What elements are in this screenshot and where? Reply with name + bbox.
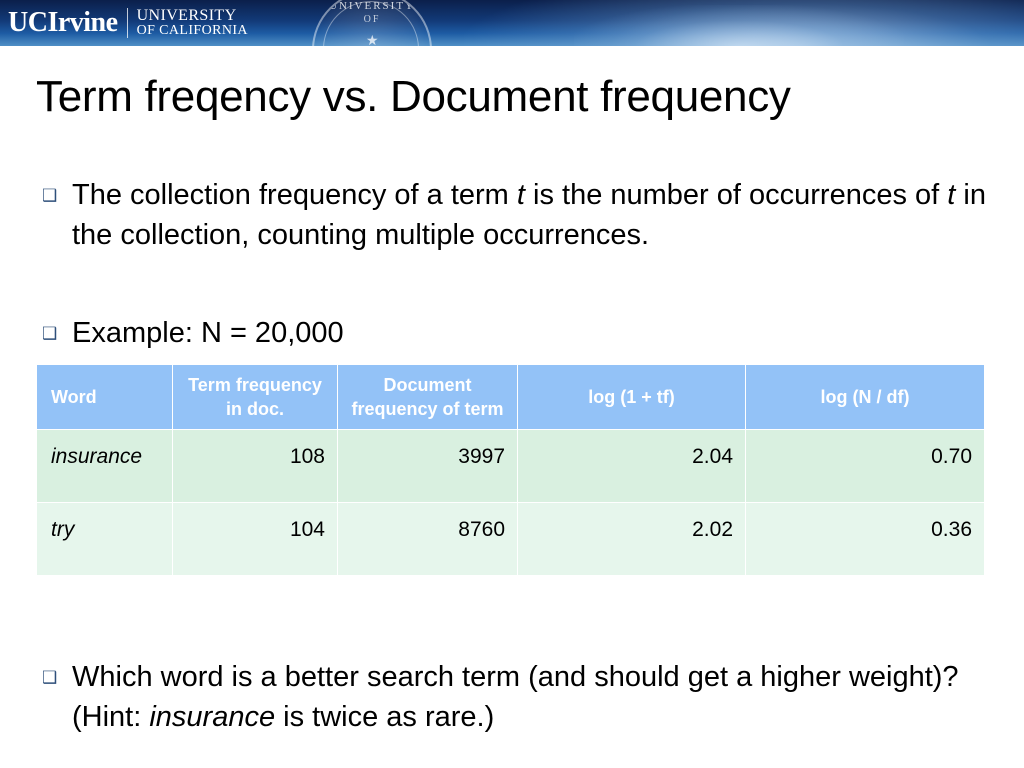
uci-wordmark-irvine: Irvine <box>47 7 118 38</box>
seal-text-bottom: OF <box>363 14 381 25</box>
cell-word: insurance <box>36 429 173 503</box>
bullet-1-italic-1: t <box>516 179 525 211</box>
cell-log-ndf: 0.36 <box>745 502 985 576</box>
logo-divider <box>126 8 128 38</box>
bullet-item-3: ❑ Which word is a better search term (an… <box>42 657 1022 737</box>
cloud-decoration-b <box>574 5 904 46</box>
cell-document-frequency: 3997 <box>337 429 518 503</box>
bullet-3-seg-2: is twice as rare.) <box>275 701 495 733</box>
bullet-3-italic-1: insurance <box>149 701 276 733</box>
cell-log-tf: 2.04 <box>517 429 746 503</box>
page-title: Term freqency vs. Document frequency <box>36 72 791 121</box>
seal-star-icon: ★ <box>366 32 379 46</box>
uci-logo: UCIrvine UNIVERSITY OF CALIFORNIA <box>8 6 248 40</box>
table-header-log-n-over-df: log (N / df) <box>745 364 985 430</box>
cell-word: try <box>36 502 173 576</box>
cell-document-frequency: 8760 <box>337 502 518 576</box>
bullet-text-3: Which word is a better search term (and … <box>72 657 1022 737</box>
bullet-1-seg-1: The collection frequency of a term <box>72 179 517 211</box>
wordmark-line-2: OF CALIFORNIA <box>136 23 248 38</box>
bullet-text-1: The collection frequency of a term t is … <box>72 175 992 255</box>
uci-wordmark-uc: UC <box>8 7 48 38</box>
frequency-table: Word Term frequency in doc. Document fre… <box>36 364 985 576</box>
cell-log-ndf: 0.70 <box>745 429 985 503</box>
uc-seal-icon: UNIVERSITY OF ★ <box>312 0 432 46</box>
cell-log-tf: 2.02 <box>517 502 746 576</box>
table-row: insurance 108 3997 2.04 0.70 <box>36 429 985 503</box>
table-header-row: Word Term frequency in doc. Document fre… <box>36 364 985 430</box>
seal-text-top: UNIVERSITY <box>329 0 415 12</box>
table-header-word: Word <box>36 364 173 430</box>
bullet-marker-icon: ❑ <box>42 186 58 205</box>
table-header-term-frequency: Term frequency in doc. <box>172 364 338 430</box>
bullet-marker-icon: ❑ <box>42 324 58 343</box>
bullet-marker-icon: ❑ <box>42 668 58 687</box>
cell-term-frequency: 104 <box>172 502 338 576</box>
bullet-item-2: ❑ Example: N = 20,000 <box>42 313 992 354</box>
table-header-log-1-plus-tf: log (1 + tf) <box>517 364 746 430</box>
slide: UNIVERSITY OF ★ UCIrvine UNIVERSITY OF C… <box>0 0 1024 768</box>
uci-wordmark: UCIrvine <box>8 8 118 38</box>
table-row: try 104 8760 2.02 0.36 <box>36 502 985 576</box>
university-of-california-wordmark: UNIVERSITY OF CALIFORNIA <box>136 7 248 39</box>
bullet-1-seg-2: is the number of occurrences of <box>524 179 948 211</box>
bullet-item-1: ❑ The collection frequency of a term t i… <box>42 175 992 255</box>
cell-term-frequency: 108 <box>172 429 338 503</box>
bullet-text-2: Example: N = 20,000 <box>72 317 344 349</box>
table-header-document-frequency: Document frequency of term <box>337 364 518 430</box>
wordmark-line-1: UNIVERSITY <box>136 7 237 24</box>
header-banner: UNIVERSITY OF ★ UCIrvine UNIVERSITY OF C… <box>0 0 1024 46</box>
